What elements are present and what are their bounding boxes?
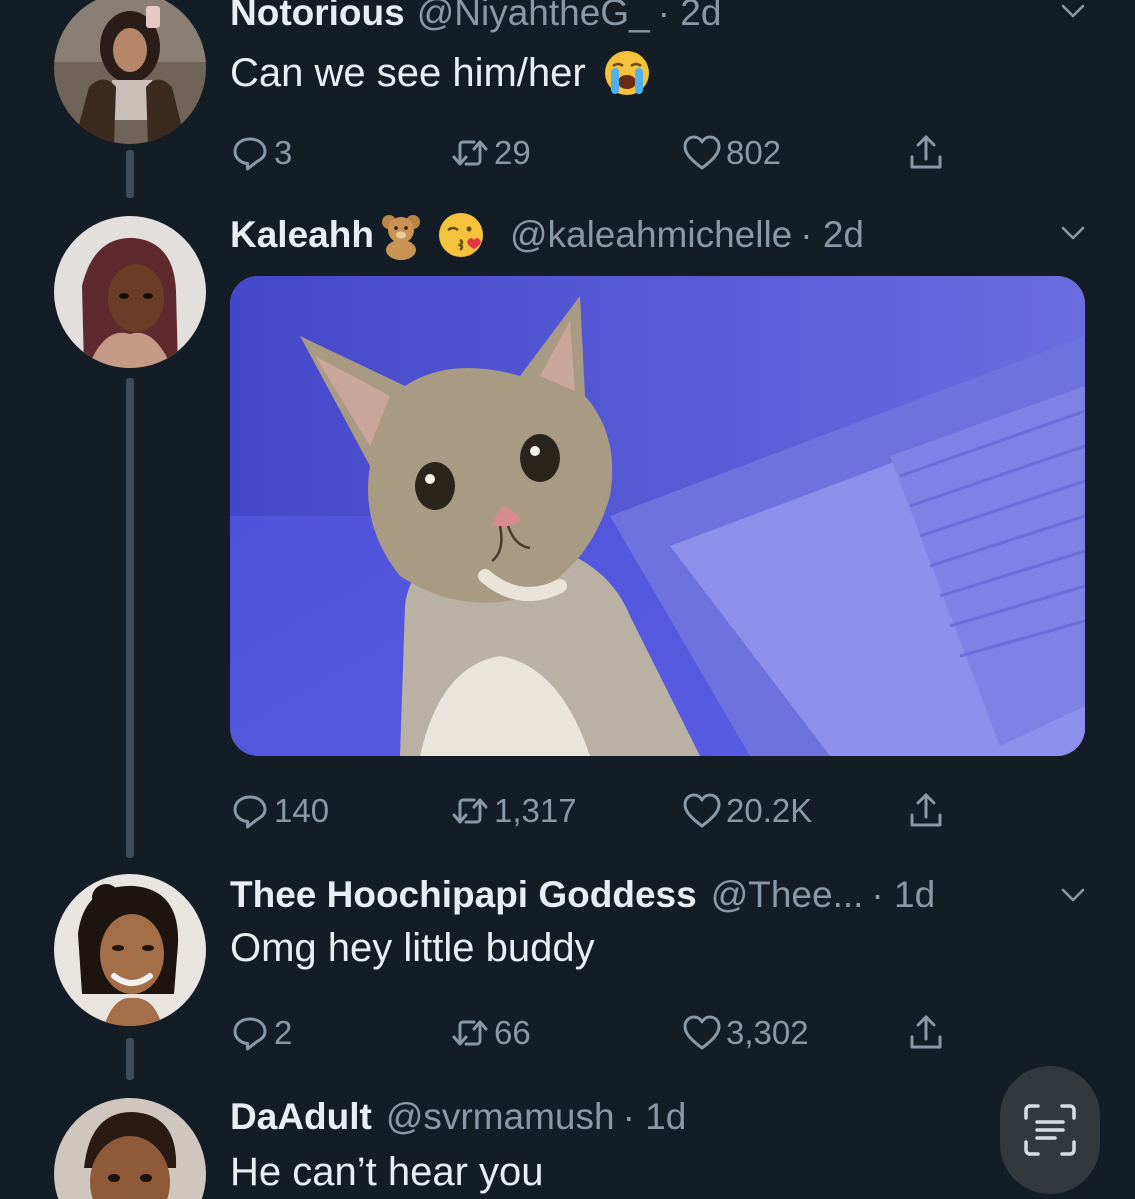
like-count: 802 — [726, 134, 782, 171]
like-count: 3,302 — [726, 1014, 809, 1051]
avatar[interactable] — [54, 874, 206, 1026]
reply-button[interactable]: 2 — [230, 1008, 292, 1058]
display-name[interactable]: DaAdult — [230, 1096, 372, 1138]
teddy-bear-emoji-icon — [381, 215, 420, 260]
heart-icon — [682, 1013, 722, 1053]
tweet-text: Can we see him/her — [230, 48, 652, 98]
share-icon — [906, 1013, 946, 1053]
scan-text-button[interactable] — [1000, 1066, 1100, 1194]
share-icon — [906, 791, 946, 831]
tweet-header: Thee Hoochipapi Goddess @Thee... · 1d — [230, 868, 935, 922]
display-name[interactable]: Thee Hoochipapi Goddess — [230, 874, 697, 916]
retweet-icon — [450, 1013, 490, 1053]
scan-text-icon — [1024, 1104, 1076, 1156]
retweet-count: 1,317 — [494, 792, 577, 829]
tweet-header: DaAdult @svrmamush · 1d — [230, 1090, 686, 1144]
retweet-icon — [450, 791, 490, 831]
retweet-button[interactable]: 66 — [450, 1008, 531, 1058]
reply-button[interactable]: 3 — [230, 128, 292, 178]
retweet-count: 66 — [494, 1014, 531, 1051]
tweet-notorious[interactable]: Notorious @NiyahtheG_ · 2d Can we see hi… — [0, 0, 1135, 200]
reply-button[interactable]: 140 — [230, 786, 329, 836]
tweet-thee-hoochipapi[interactable]: Thee Hoochipapi Goddess @Thee... · 1d Om… — [0, 860, 1135, 1080]
handle[interactable]: @Thee... — [711, 874, 864, 916]
avatar[interactable] — [54, 216, 206, 368]
chevron-down-icon[interactable] — [1058, 0, 1088, 26]
reply-count: 2 — [274, 1014, 293, 1051]
avatar[interactable] — [54, 1098, 206, 1199]
like-count: 20.2K — [726, 792, 813, 829]
timestamp[interactable]: · 2d — [800, 214, 864, 256]
retweet-count: 29 — [494, 134, 531, 171]
reply-count: 140 — [274, 792, 330, 829]
reply-count: 3 — [274, 134, 293, 171]
chevron-down-icon[interactable] — [1058, 880, 1088, 910]
timestamp[interactable]: · 1d — [871, 874, 935, 916]
reply-icon — [230, 1013, 270, 1053]
tweet-actions: 3 29 802 — [230, 128, 970, 178]
kissing-face-emoji-icon — [438, 213, 483, 257]
display-name[interactable]: Kaleahh — [230, 214, 374, 256]
crying-face-emoji-icon — [604, 51, 649, 95]
handle[interactable]: @svrmamush — [386, 1096, 615, 1138]
like-button[interactable]: 802 — [682, 128, 781, 178]
reply-icon — [230, 133, 270, 173]
handle[interactable]: @NiyahtheG_ — [417, 0, 650, 34]
tweet-media-image[interactable] — [230, 276, 1085, 756]
share-button[interactable] — [906, 128, 950, 178]
heart-icon — [682, 133, 722, 173]
heart-icon — [682, 791, 722, 831]
handle[interactable]: @kaleahmichelle — [510, 214, 792, 256]
like-button[interactable]: 20.2K — [682, 786, 812, 836]
tweet-actions: 140 1,317 20.2K — [230, 786, 970, 836]
display-name[interactable]: Notorious — [230, 0, 405, 34]
share-button[interactable] — [906, 1008, 950, 1058]
tweet-header: Notorious @NiyahtheG_ · 2d — [230, 0, 721, 38]
retweet-icon — [450, 133, 490, 173]
retweet-button[interactable]: 29 — [450, 128, 531, 178]
tweet-text: He can’t hear you — [230, 1150, 544, 1194]
tweet-text-content: Can we see him/her — [230, 50, 586, 95]
avatar[interactable] — [54, 0, 206, 144]
timestamp[interactable]: · 1d — [623, 1096, 687, 1138]
tweet-daadult[interactable]: DaAdult @svrmamush · 1d He can’t hear yo… — [0, 1080, 1135, 1199]
chevron-down-icon[interactable] — [1058, 218, 1088, 248]
reply-icon — [230, 791, 270, 831]
retweet-button[interactable]: 1,317 — [450, 786, 577, 836]
tweet-text: Omg hey little buddy — [230, 926, 595, 970]
timestamp[interactable]: · 2d — [658, 0, 722, 34]
share-button[interactable] — [906, 786, 950, 836]
tweet-header: Kaleahh @kaleahmichelle · 2d — [230, 208, 864, 262]
like-button[interactable]: 3,302 — [682, 1008, 809, 1058]
tweet-actions: 2 66 3,302 — [230, 1008, 970, 1058]
share-icon — [906, 133, 946, 173]
